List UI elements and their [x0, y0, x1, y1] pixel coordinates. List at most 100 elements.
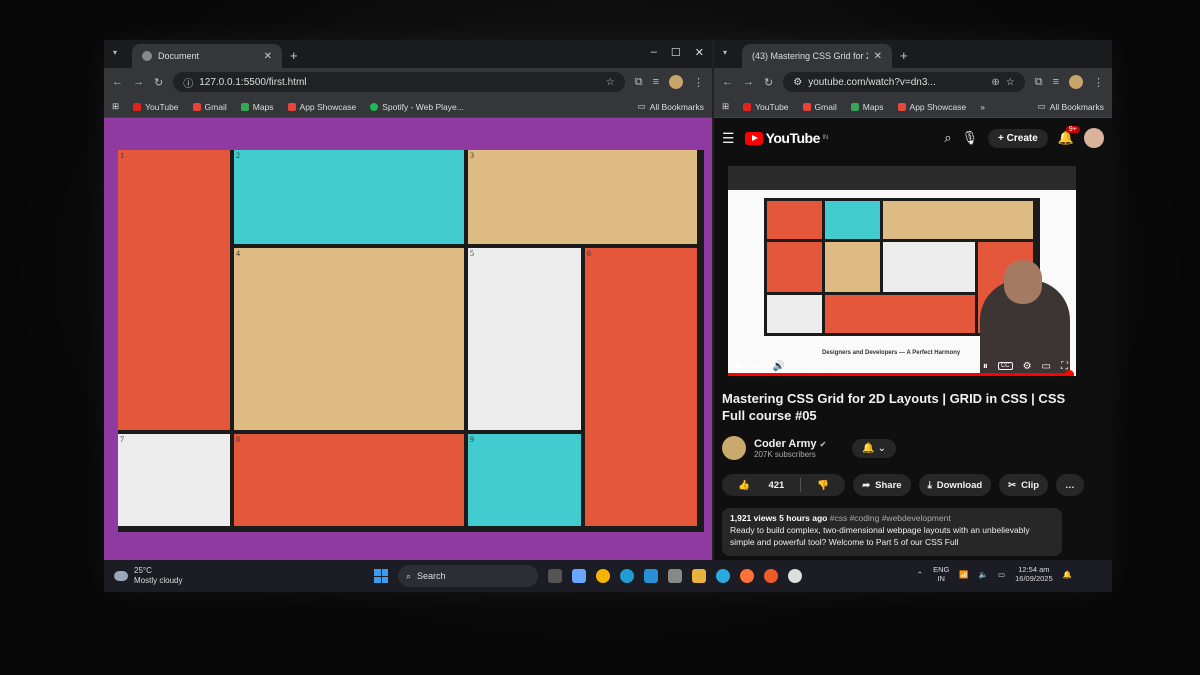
share-button[interactable]: ➦ Share	[853, 474, 911, 496]
apps-icon[interactable]: ⊞	[722, 101, 729, 112]
windows-start-icon[interactable]	[374, 569, 388, 583]
account-avatar[interactable]	[1084, 128, 1104, 148]
tab-search-icon[interactable]: ▾	[113, 48, 117, 57]
create-button[interactable]: + Create	[988, 128, 1048, 148]
site-info-icon[interactable]: ⓘ	[183, 75, 193, 90]
media-icon[interactable]: ≡	[653, 76, 659, 88]
zoom-icon[interactable]: ⊕	[991, 77, 999, 88]
chrome-icon[interactable]	[596, 569, 610, 583]
all-bookmarks[interactable]: ▭ All Bookmarks	[638, 101, 704, 112]
theater-mode-icon[interactable]: ▭	[1042, 361, 1051, 372]
forward-icon[interactable]: →	[743, 76, 754, 88]
apps-icon[interactable]: ⊞	[112, 101, 119, 112]
edge-icon[interactable]	[620, 569, 634, 583]
menu-icon[interactable]: ⋮	[693, 76, 704, 89]
close-tab-icon[interactable]: ✕	[874, 51, 882, 62]
bookmark-app-showcase[interactable]: App Showcase	[897, 102, 966, 112]
channel-avatar[interactable]	[722, 436, 746, 460]
battery-icon[interactable]: ▭	[998, 570, 1005, 579]
video-frame: Designers and Developers — A Perfect Har…	[728, 190, 1076, 376]
forward-icon[interactable]: →	[133, 76, 144, 88]
tab-document[interactable]: Document ✕	[132, 44, 282, 68]
reload-icon[interactable]: ↻	[764, 76, 773, 89]
youtube-logo[interactable]: YouTube IN	[744, 130, 828, 146]
task-view-icon[interactable]	[548, 569, 562, 583]
bookmark-youtube[interactable]: YouTube	[133, 102, 179, 112]
captions-icon[interactable]: CC	[997, 362, 1013, 370]
description-box[interactable]: 1,921 views 5 hours ago #css #coding #we…	[722, 508, 1062, 556]
tab-search-icon[interactable]: ▾	[723, 48, 727, 57]
hashtags[interactable]: #css #coding #webdevelopment	[830, 513, 951, 523]
speaker-icon[interactable]: 🔈	[979, 570, 988, 579]
close-tab-icon[interactable]: ✕	[264, 51, 272, 62]
bookmark-star-icon[interactable]: ☆	[1006, 77, 1015, 88]
back-icon[interactable]: ←	[722, 76, 733, 88]
new-tab-button[interactable]: +	[900, 48, 908, 63]
alexa-icon[interactable]	[716, 569, 730, 583]
vscode-icon[interactable]	[644, 569, 658, 583]
channel-name[interactable]: Coder Army ✔	[754, 438, 826, 450]
chevron-up-icon[interactable]: ⌃	[917, 570, 923, 579]
maximize-icon[interactable]: ☐	[671, 46, 681, 59]
more-actions-button[interactable]: …	[1056, 474, 1084, 496]
like-dislike-group: 👍 421 👎	[722, 474, 846, 496]
settings-gear-icon[interactable]: ⚙	[1023, 361, 1032, 372]
bookmark-youtube[interactable]: YouTube	[743, 101, 789, 112]
brave-icon[interactable]	[764, 569, 778, 583]
copilot-icon[interactable]	[572, 569, 586, 583]
microphone-icon[interactable]: 🎙	[962, 130, 979, 146]
subscribed-bell-button[interactable]: 🔔 ⌄	[852, 438, 896, 458]
bookmark-gmail[interactable]: Gmail	[802, 101, 837, 112]
bookmark-gmail[interactable]: Gmail	[192, 102, 227, 112]
weather-widget[interactable]: 25°C Mostly cloudy	[114, 566, 182, 586]
next-icon[interactable]: ⏭	[754, 361, 763, 372]
language-indicator[interactable]: ENG IN	[933, 565, 949, 583]
like-button[interactable]: 👍 421	[722, 480, 800, 491]
firefox-icon[interactable]	[740, 569, 754, 583]
reload-icon[interactable]: ↻	[154, 76, 163, 89]
file-explorer-icon[interactable]	[692, 569, 706, 583]
play-icon[interactable]: ▶	[736, 361, 744, 372]
close-window-icon[interactable]: ✕	[695, 46, 704, 59]
clock-date: 16/09/2025	[1015, 574, 1053, 583]
wifi-icon[interactable]: 📶	[959, 570, 968, 579]
back-icon[interactable]: ←	[112, 76, 123, 88]
grid-item-number: 5	[470, 249, 474, 258]
address-bar[interactable]: ⚙ youtube.com/watch?v=dn3... ⊕ ☆	[783, 72, 1025, 92]
download-button[interactable]: ⤓ Download	[918, 474, 992, 496]
media-icon[interactable]: ≡	[1053, 76, 1059, 88]
volume-icon[interactable]: 🔊	[773, 361, 785, 372]
bookmark-maps[interactable]: Maps	[850, 102, 884, 112]
bookmark-spotify[interactable]: Spotify - Web Playe...	[370, 102, 464, 112]
all-bookmarks[interactable]: ▭ All Bookmarks	[1038, 101, 1104, 112]
tab-youtube[interactable]: (43) Mastering CSS Grid for 2D ✕	[714, 44, 892, 128]
extensions-icon[interactable]: ⧉	[635, 76, 643, 89]
search-icon[interactable]: ⌕	[944, 130, 951, 146]
more-bookmarks-icon[interactable]: »	[980, 102, 985, 112]
menu-icon[interactable]: ⋮	[1093, 76, 1104, 89]
clock[interactable]: 12:54 am 16/09/2025	[1015, 565, 1053, 583]
profile-avatar[interactable]	[669, 75, 683, 89]
new-tab-button[interactable]: +	[290, 48, 298, 63]
video-player[interactable]: Designers and Developers — A Perfect Har…	[728, 166, 1076, 376]
autoplay-toggle-icon[interactable]: ⏸	[983, 361, 988, 372]
hamburger-menu-icon[interactable]: ☰	[722, 130, 735, 147]
minimize-icon[interactable]: –	[651, 46, 657, 59]
app-icon[interactable]	[788, 569, 802, 583]
extensions-icon[interactable]: ⧉	[1035, 76, 1043, 89]
bookmark-maps[interactable]: Maps	[240, 102, 274, 112]
bookmark-app-showcase[interactable]: App Showcase	[287, 102, 356, 112]
bookmark-label: YouTube	[755, 101, 789, 112]
dislike-button[interactable]: 👎	[801, 480, 845, 491]
site-info-icon[interactable]: ⚙	[793, 77, 802, 88]
notifications-bell-icon[interactable]: 🔔 9+	[1058, 126, 1080, 146]
bookmark-star-icon[interactable]: ☆	[606, 77, 615, 88]
clip-button[interactable]: ✂ Clip	[999, 474, 1049, 496]
address-bar[interactable]: ⓘ 127.0.0.1:5500/first.html ☆	[173, 72, 625, 92]
taskbar-search[interactable]: ⌕ Search	[398, 565, 538, 587]
calendar-icon[interactable]	[668, 569, 682, 583]
profile-avatar[interactable]	[1069, 75, 1083, 89]
notification-center-icon[interactable]: 🔔	[1063, 570, 1072, 579]
bookmark-label: Gmail	[814, 101, 837, 112]
fullscreen-icon[interactable]: ⛶	[1061, 361, 1068, 372]
